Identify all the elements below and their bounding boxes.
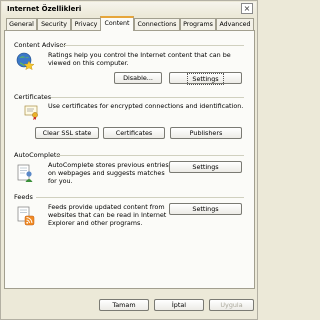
certificates-description: Use certificates for encrypted connectio… — [48, 102, 244, 110]
autocomplete-description-3: for you. — [48, 177, 73, 185]
content-advisor-icon — [16, 52, 35, 70]
tab-content[interactable]: Content — [100, 16, 134, 31]
content-advisor-disable-button[interactable]: Disable... — [114, 72, 162, 84]
cancel-button[interactable]: İptal — [154, 299, 204, 311]
settings-button-label: Settings — [187, 73, 224, 85]
certificates-separator — [51, 97, 244, 98]
autocomplete-separator — [56, 155, 244, 156]
certificates-label: Certificates — [14, 93, 52, 101]
content-advisor-description-2: viewed on this computer. — [48, 59, 129, 67]
clear-ssl-state-button[interactable]: Clear SSL state — [35, 127, 99, 139]
title-bar[interactable]: Internet Özellikleri × — [2, 2, 256, 16]
clear-ssl-state-label: Clear SSL state — [42, 129, 92, 137]
content-tab-panel — [4, 30, 255, 289]
publishers-button-label: Publishers — [189, 129, 223, 137]
autocomplete-icon — [17, 164, 33, 182]
close-button[interactable]: × — [241, 3, 253, 14]
content-advisor-separator — [62, 45, 244, 46]
tab-security[interactable]: Security — [37, 18, 71, 30]
feeds-description-2: websites that can be read in Internet — [48, 211, 167, 219]
feeds-icon — [17, 206, 35, 226]
certificate-icon — [24, 105, 38, 120]
certificates-button[interactable]: Certificates — [103, 127, 165, 139]
internet-options-dialog: Internet Özellikleri × General Security … — [0, 0, 258, 320]
feeds-separator — [36, 197, 244, 198]
tab-programs[interactable]: Programs — [180, 18, 216, 30]
tab-general[interactable]: General — [6, 18, 37, 30]
tab-advanced[interactable]: Advanced — [216, 18, 254, 30]
tab-privacy[interactable]: Privacy — [71, 18, 101, 30]
feeds-description-1: Feeds provide updated content from — [48, 203, 165, 211]
autocomplete-description-2: on webpages and suggests matches — [48, 169, 165, 177]
publishers-button[interactable]: Publishers — [170, 127, 242, 139]
feeds-description-3: Explorer and other programs. — [48, 219, 143, 227]
ok-button[interactable]: Tamam — [99, 299, 149, 311]
disable-button-label: Disable... — [123, 74, 153, 82]
content-advisor-settings-button[interactable]: Settings — [169, 72, 242, 85]
apply-button-label: Uygula — [220, 301, 243, 309]
autocomplete-settings-button[interactable]: Settings — [169, 161, 242, 173]
content-advisor-description-1: Ratings help you control the Internet co… — [48, 51, 231, 59]
tab-connections[interactable]: Connections — [134, 18, 180, 30]
ok-button-label: Tamam — [112, 301, 136, 309]
window-title: Internet Özellikleri — [7, 5, 82, 13]
feeds-settings-label: Settings — [192, 205, 219, 213]
autocomplete-settings-label: Settings — [192, 163, 219, 171]
cancel-button-label: İptal — [171, 301, 187, 309]
close-icon: × — [243, 4, 251, 13]
feeds-label: Feeds — [14, 193, 33, 201]
content-advisor-label: Content Advisor — [14, 41, 67, 49]
apply-button[interactable]: Uygula — [209, 299, 254, 311]
autocomplete-description-1: AutoComplete stores previous entries — [48, 161, 169, 169]
feeds-settings-button[interactable]: Settings — [169, 203, 242, 215]
certificates-button-label: Certificates — [115, 129, 153, 137]
autocomplete-label: AutoComplete — [14, 151, 61, 159]
